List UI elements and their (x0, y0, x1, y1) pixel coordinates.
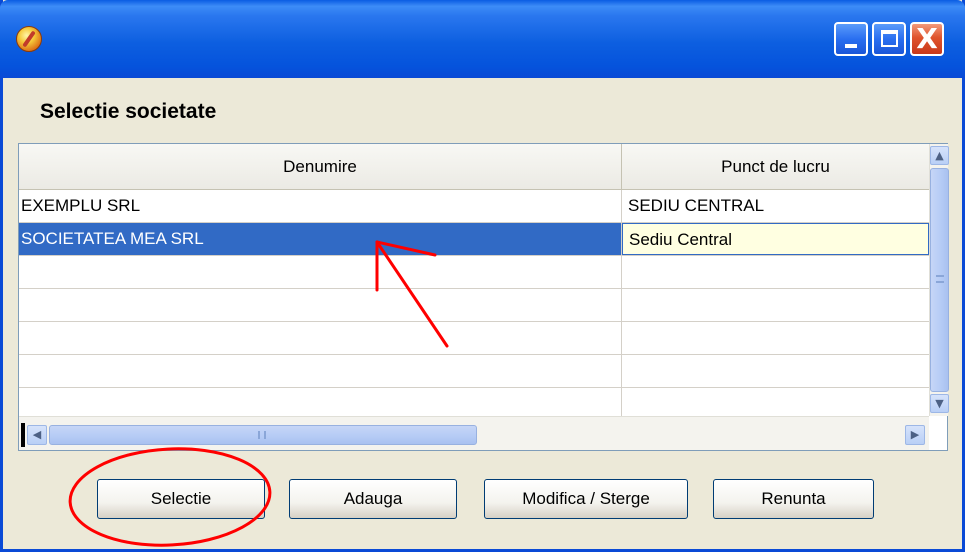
app-icon[interactable] (16, 26, 42, 52)
grid-rows: EXEMPLU SRL SEDIU CENTRAL SOCIETATEA MEA… (19, 190, 929, 421)
table-row[interactable] (19, 256, 929, 289)
grip-icon (936, 275, 944, 283)
vertical-scroll-thumb[interactable] (930, 168, 949, 392)
close-button[interactable]: X (910, 22, 944, 56)
scroll-down-button[interactable]: ▼ (930, 394, 949, 413)
cell-punct-de-lucru[interactable] (622, 256, 929, 288)
chevron-up-icon: ▲ (935, 149, 944, 162)
scroll-left-button[interactable]: ◀ (27, 425, 47, 445)
minimize-button[interactable] (834, 22, 868, 56)
horizontal-scrollbar[interactable]: ◀ ▶ (19, 416, 929, 450)
grip-icon (258, 431, 266, 439)
table-row[interactable]: EXEMPLU SRL SEDIU CENTRAL (19, 190, 929, 223)
dialog-heading: Selectie societate (40, 100, 217, 123)
cell-denumire[interactable] (19, 256, 622, 288)
grid-header: Denumire Punct de lucru (19, 144, 929, 190)
cell-denumire[interactable] (19, 355, 622, 387)
cell-punct-de-lucru[interactable] (622, 355, 929, 387)
chevron-left-icon: ◀ (32, 428, 42, 441)
chevron-right-icon: ▶ (910, 428, 920, 441)
table-row[interactable] (19, 355, 929, 388)
maximize-icon (881, 30, 898, 47)
column-header-punct-de-lucru[interactable]: Punct de lucru (622, 144, 929, 190)
vertical-scrollbar[interactable]: ▲ ▼ (929, 144, 949, 416)
cell-denumire[interactable] (19, 322, 622, 354)
column-marker (21, 423, 25, 447)
modifica-sterge-button[interactable]: Modifica / Sterge (484, 479, 688, 519)
horizontal-scroll-thumb[interactable] (49, 425, 477, 445)
cell-punct-de-lucru[interactable] (622, 322, 929, 354)
cell-punct-de-lucru[interactable]: Sediu Central (622, 223, 929, 255)
maximize-button[interactable] (872, 22, 906, 56)
table-row[interactable] (19, 322, 929, 355)
cell-denumire[interactable]: SOCIETATEA MEA SRL (19, 223, 622, 255)
cell-punct-de-lucru[interactable]: SEDIU CENTRAL (622, 190, 929, 222)
scroll-up-button[interactable]: ▲ (930, 146, 949, 165)
close-icon: X (916, 22, 938, 55)
cell-denumire[interactable]: EXEMPLU SRL (19, 190, 622, 222)
chevron-down-icon: ▼ (935, 397, 944, 410)
selectie-button[interactable]: Selectie (97, 479, 265, 519)
column-header-denumire[interactable]: Denumire (19, 144, 622, 190)
title-bar[interactable]: X (0, 0, 965, 78)
renunta-button[interactable]: Renunta (713, 479, 874, 519)
table-row[interactable] (19, 289, 929, 322)
scroll-right-button[interactable]: ▶ (905, 425, 925, 445)
company-grid[interactable]: Denumire Punct de lucru EXEMPLU SRL SEDI… (18, 143, 949, 451)
cell-denumire[interactable] (19, 289, 622, 321)
cell-punct-de-lucru[interactable] (622, 289, 929, 321)
minimize-icon (845, 44, 857, 48)
table-row-selected[interactable]: SOCIETATEA MEA SRL Sediu Central (19, 223, 929, 256)
adauga-button[interactable]: Adauga (289, 479, 457, 519)
